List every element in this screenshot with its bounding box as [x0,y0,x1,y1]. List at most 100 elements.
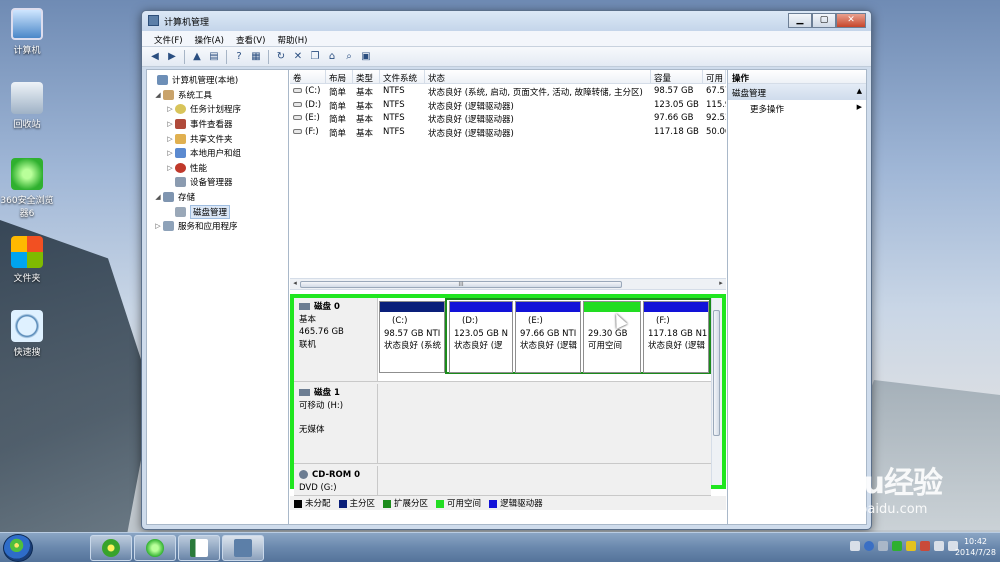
partition-color-bar [380,302,444,312]
tree-item-computer-management[interactable]: 计算机管理(本地) [147,73,288,88]
flag-icon[interactable] [920,541,930,551]
volume-row[interactable]: (D:) 简单 基本 NTFS 状态良好 (逻辑驱动器) 123.05 GB 1… [290,98,726,111]
column-header-layout[interactable]: 布局 [326,70,353,83]
horizontal-scrollbar[interactable]: ◂ III ▸ [290,278,726,290]
column-header-capacity[interactable]: 容量 [651,70,703,83]
tree-item-task-scheduler[interactable]: ▷ 任务计划程序 [147,102,288,117]
desktop-icon-360-browser[interactable]: 360安全浏览器6 [0,158,57,219]
delete-icon[interactable]: ✕ [291,50,305,64]
cdrom-row[interactable]: CD-ROM 0 DVD (G:) [294,466,711,496]
column-header-free[interactable]: 可用 [703,70,726,83]
desktop-icon-quick-search[interactable]: 快速搜 [0,310,57,358]
tree-item-performance[interactable]: ▷ 性能 [147,161,288,176]
scroll-left-icon[interactable]: ◂ [290,279,300,287]
minimize-button[interactable]: ▁ [788,13,812,28]
partition-text: (C:) 98.57 GB NTI 状态良好 (系统 [380,312,444,356]
back-arrow-icon[interactable]: ◀ [148,50,162,64]
desktop-icon-recycle-bin[interactable]: 回收站 [0,82,57,130]
up-folder-icon[interactable]: ▲ [190,50,204,64]
volume-row[interactable]: (E:) 简单 基本 NTFS 状态良好 (逻辑驱动器) 97.66 GB 92… [290,111,726,125]
maximize-button[interactable]: ▢ [812,13,836,28]
expand-arrow-icon[interactable]: ▷ [165,135,175,143]
refresh-icon[interactable]: ↻ [274,50,288,64]
layout-cell: 简单 [329,115,347,125]
menu-view[interactable]: 查看(V) [230,31,271,46]
expand-arrow-icon[interactable]: ▷ [165,164,175,172]
expand-arrow-icon[interactable]: ▷ [165,149,175,157]
expand-arrow-icon[interactable]: ▷ [153,222,163,230]
tree-item-services-apps[interactable]: ▷ 服务和应用程序 [147,219,288,234]
chevron-down-icon[interactable] [878,541,888,551]
help-icon[interactable] [864,541,874,551]
shield-icon[interactable] [892,541,902,551]
tree-item-disk-management[interactable]: 磁盘管理 [147,204,288,219]
menu-action[interactable]: 操作(A) [189,31,230,46]
partition-color-bar [584,302,640,312]
menu-help[interactable]: 帮助(H) [271,31,313,46]
taskbar-app-browser[interactable] [134,535,176,561]
taskbar-app-computer-management[interactable] [222,535,264,561]
watermark-brand: Baidu经验 [792,466,943,501]
tree-item-system-tools[interactable]: ◢ 系统工具 [147,88,288,103]
copy-icon[interactable]: ❐ [308,50,322,64]
clock[interactable]: 10:42 2014/7/28 [955,536,996,558]
scroll-thumb[interactable] [713,310,720,436]
search-icon[interactable]: ⌕ [342,50,356,64]
partition-f[interactable]: (F:) 117.18 GB N1 状态良好 (逻辑 [643,301,709,373]
free-space-partition[interactable]: 29.30 GB 可用空间 [583,301,641,373]
column-header-filesystem[interactable]: 文件系统 [380,70,425,83]
forward-arrow-icon[interactable]: ▶ [165,50,179,64]
desktop-icon-folder[interactable]: 文件夹 [0,236,57,284]
column-header-type[interactable]: 类型 [353,70,380,83]
scroll-right-icon[interactable]: ▸ [716,279,726,287]
filesystem-cell: NTFS [383,86,405,96]
menu-file[interactable]: 文件(F) [148,31,189,46]
tree-item-event-viewer[interactable]: ▷ 事件查看器 [147,117,288,132]
disk-0-row[interactable]: 磁盘 0 基本 465.76 GB 联机 (C:) 98.57 GB NTI 状… [294,298,711,382]
disk-type: 基本 [299,314,317,325]
cd-rom-icon [299,470,308,479]
open-folder-icon[interactable]: ⌂ [325,50,339,64]
close-button[interactable]: ✕ [836,13,866,28]
expand-arrow-icon[interactable]: ▷ [165,120,175,128]
show-hide-tree-icon[interactable]: ▤ [207,50,221,64]
tree-item-device-manager[interactable]: 设备管理器 [147,175,288,190]
more-actions-item[interactable]: 更多操作 ▶ [728,100,866,116]
network-icon[interactable] [850,541,860,551]
volume-row[interactable]: (C:) 简单 基本 NTFS 状态良好 (系统, 启动, 页面文件, 活动, … [290,84,726,98]
collapse-arrow-icon[interactable]: ◢ [153,91,163,99]
start-button[interactable] [3,534,33,562]
tree-item-shared-folders[interactable]: ▷ 共享文件夹 [147,131,288,146]
properties-icon[interactable]: ▦ [249,50,263,64]
disk-status: 联机 [299,339,317,350]
security-icon[interactable] [906,541,916,551]
volume-row[interactable]: (F:) 简单 基本 NTFS 状态良好 (逻辑驱动器) 117.18 GB 5… [290,125,726,139]
taskbar-app-window[interactable] [178,535,220,561]
disk-1-row[interactable]: 磁盘 1 可移动 (H:) 无媒体 [294,384,711,464]
help-icon[interactable]: ? [232,50,246,64]
legend-label: 可用空间 [447,499,482,509]
clock-icon [175,104,186,115]
actions-section-disk-management[interactable]: 磁盘管理 ▲ [728,84,866,100]
column-header-volume[interactable]: 卷 [290,70,326,83]
partition-d[interactable]: (D:) 123.05 GB N 状态良好 (逻 [449,301,513,373]
tree-item-storage[interactable]: ◢ 存储 [147,190,288,205]
signal-icon[interactable] [934,541,944,551]
title-bar[interactable]: 计算机管理 ▁ ▢ ✕ [142,11,871,31]
shared-folder-icon [175,133,186,144]
taskbar-app-green-plus[interactable] [90,535,132,561]
partition-c[interactable]: (C:) 98.57 GB NTI 状态良好 (系统 [379,301,445,373]
tree-item-local-users[interactable]: ▷ 本地用户和组 [147,146,288,161]
collapse-icon[interactable]: ▲ [857,87,862,95]
desktop-icon-computer[interactable]: 计算机 [0,8,57,56]
expand-arrow-icon[interactable]: ▷ [165,105,175,113]
scroll-thumb[interactable]: III [300,281,622,288]
computer-icon [11,8,43,40]
export-icon[interactable]: ▣ [359,50,373,64]
column-header-status[interactable]: 状态 [425,70,651,83]
collapse-arrow-icon[interactable]: ◢ [153,193,163,201]
users-icon [175,148,186,159]
layout-cell: 简单 [329,128,347,139]
vertical-scrollbar[interactable] [711,298,722,485]
partition-e[interactable]: (E:) 97.66 GB NTI 状态良好 (逻辑 [515,301,581,373]
